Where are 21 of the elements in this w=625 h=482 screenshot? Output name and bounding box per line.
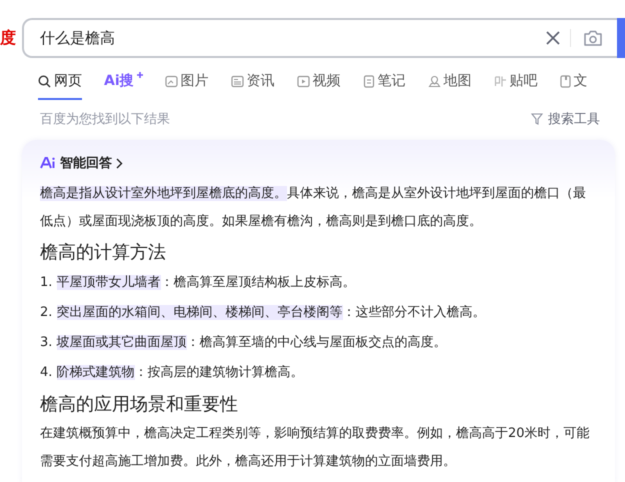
answer-paragraph: 在建筑概预算中，檐高决定工程类别等，影响预结算的取费费率。例如，檐高高于20米时，可能需要支付超高施工增加费。此外，檐高还用于计算建筑物的立面墙费用。: [40, 425, 591, 471]
tab[interactable]: 网页: [38, 68, 82, 100]
result-count: 百度为您找到以下结果: [40, 111, 170, 128]
search-tools-button[interactable]: 搜索工具: [531, 110, 600, 128]
list-item: 3. 坡屋面或其它曲面屋顶：檐高算至墙的中心线与屋面板交点的高度。: [40, 334, 448, 352]
tab[interactable]: Ai搜: [104, 68, 143, 100]
tab[interactable]: 文: [560, 68, 588, 100]
tab[interactable]: 图片: [164, 68, 209, 100]
logo-text[interactable]: 度: [0, 28, 22, 48]
answer-paragraph: 檐高是指从设计室外地坪到屋檐底的高度。具体来说，檐高是从室外设计地坪到屋面的檐口（最低点）或屋面现浇板顶的高度。如果屋檐有檐沟，檐高则是到檐口底的高度。: [40, 185, 587, 231]
section-heading: 檐高的应用场景和重要性: [40, 393, 239, 417]
tab[interactable]: 笔记: [362, 68, 406, 100]
list-item: 4. 阶梯式建筑物：按高层的建筑物计算檐高。: [40, 364, 305, 382]
list-item: 1. 平屋顶带女儿墙者：檐高算至屋顶结构板上皮标高。: [40, 274, 357, 292]
section-heading: 檐高的计算方法: [40, 241, 167, 265]
tab[interactable]: 地图: [428, 68, 472, 100]
tab[interactable]: 贴吧: [494, 68, 538, 100]
search-field[interactable]: 什么是檐高: [22, 18, 617, 58]
ai-answer-link[interactable]: 智能回答: [40, 154, 597, 172]
tab[interactable]: 资讯: [230, 68, 275, 100]
tab[interactable]: 视频: [296, 68, 341, 100]
